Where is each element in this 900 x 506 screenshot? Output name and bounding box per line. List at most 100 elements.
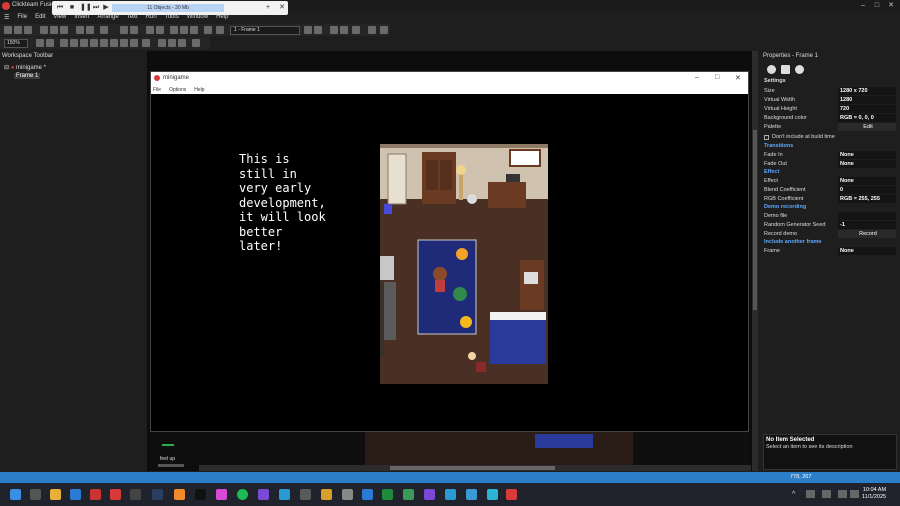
app-icon[interactable] — [70, 489, 81, 500]
horizontal-scrollbar-thumb[interactable] — [390, 466, 555, 470]
prop-value[interactable]: None — [838, 160, 896, 169]
background-icon[interactable] — [130, 39, 138, 47]
close-button[interactable]: ✕ — [886, 2, 896, 10]
prop-effect[interactable]: Effect None — [764, 177, 896, 186]
event-list-icon[interactable] — [180, 26, 188, 34]
spotify-icon[interactable] — [237, 489, 248, 500]
prop-fade-out[interactable]: Fade Out None — [764, 160, 896, 169]
run-tab-icon[interactable] — [781, 65, 790, 74]
search-icon[interactable] — [30, 489, 41, 500]
excel-icon[interactable] — [382, 489, 393, 500]
copy-icon[interactable] — [50, 26, 58, 34]
prop-palette[interactable]: Palette Edit — [764, 123, 896, 132]
step-icon[interactable]: ⏭ — [92, 4, 100, 12]
align-bottom-icon[interactable] — [110, 39, 118, 47]
tray-app-icon[interactable] — [822, 490, 831, 498]
minigame-taskbar-icon[interactable] — [506, 489, 517, 500]
opera-icon[interactable] — [90, 489, 101, 500]
play-icon[interactable]: ▶ — [102, 4, 110, 12]
prop-value[interactable]: -1 — [838, 221, 896, 230]
prop-dont-include-checkbox[interactable]: Don't include at build time — [764, 133, 896, 142]
vertical-scrollbar-thumb[interactable] — [753, 130, 757, 310]
prop-background-color[interactable]: Background color RGB = 0, 0, 0 — [764, 114, 896, 123]
layers-toggle-icon[interactable] — [340, 26, 348, 34]
file-explorer-icon[interactable] — [50, 489, 61, 500]
snap-icon[interactable] — [70, 39, 78, 47]
align-icon[interactable] — [100, 39, 108, 47]
expand-icon[interactable]: ⊟ — [4, 65, 9, 71]
next-frame-icon[interactable] — [314, 26, 322, 34]
run-application-icon[interactable] — [120, 26, 128, 34]
game-close-button[interactable]: ✕ — [735, 74, 741, 82]
check-all-icon[interactable] — [46, 39, 54, 47]
app-icon[interactable] — [342, 489, 353, 500]
pen-icon[interactable] — [90, 39, 98, 47]
app-icon[interactable] — [279, 489, 290, 500]
menu-window[interactable]: Window — [187, 14, 208, 20]
menu-text[interactable]: Text — [127, 14, 138, 20]
checkbox-icon[interactable] — [764, 134, 769, 140]
stop-icon[interactable]: ■ — [68, 4, 76, 12]
app-icon[interactable] — [466, 489, 477, 500]
game-viewport[interactable]: This is still in very early development,… — [151, 94, 748, 431]
storyboard-icon[interactable] — [146, 26, 154, 34]
new-file-icon[interactable] — [4, 26, 12, 34]
prop-value[interactable]: None — [838, 151, 896, 160]
clickteam-taskbar-icon[interactable] — [110, 489, 121, 500]
open-file-icon[interactable] — [14, 26, 22, 34]
check-icon[interactable] — [36, 39, 44, 47]
frame-editor-icon[interactable] — [156, 26, 164, 34]
rewind-icon[interactable]: ⏮ — [56, 4, 64, 12]
game-maximize-button[interactable]: □ — [715, 74, 719, 81]
lock-icon[interactable] — [142, 39, 150, 47]
tree-frame-node[interactable]: Frame 1 — [14, 73, 41, 79]
prop-fade-in[interactable]: Fade In None — [764, 151, 896, 160]
hamburger-menu-icon[interactable]: ☰ — [4, 14, 9, 21]
event-editor-icon[interactable] — [170, 26, 178, 34]
menu-insert[interactable]: Insert — [74, 14, 89, 20]
prop-random-seed[interactable]: Random Generator Seed -1 — [764, 221, 896, 230]
app-icon[interactable] — [216, 489, 227, 500]
app-icon[interactable] — [258, 489, 269, 500]
save-icon[interactable] — [24, 26, 32, 34]
grid-settings-icon[interactable] — [380, 26, 388, 34]
grid-icon[interactable] — [60, 39, 68, 47]
prop-size[interactable]: Size 1280 x 720 — [764, 87, 896, 96]
app-icon[interactable] — [130, 489, 141, 500]
minimize-button[interactable]: – — [858, 2, 868, 10]
app-icon[interactable] — [300, 489, 311, 500]
layers-icon[interactable] — [330, 26, 338, 34]
prop-virtual-height[interactable]: Virtual Height 720 — [764, 105, 896, 114]
help-icon[interactable] — [100, 26, 108, 34]
square-select-icon[interactable] — [368, 26, 376, 34]
volume-icon[interactable] — [850, 490, 859, 498]
menu-arrange[interactable]: Arrange — [97, 14, 118, 20]
gear-icon[interactable] — [767, 65, 776, 74]
prop-value[interactable]: 1280 — [838, 96, 896, 105]
prop-value[interactable] — [838, 212, 896, 221]
menu-view[interactable]: View — [53, 14, 66, 20]
maximize-button[interactable]: □ — [872, 2, 882, 10]
data-elements-icon[interactable] — [190, 26, 198, 34]
menu-help[interactable]: Help — [216, 14, 228, 20]
game-menu-file[interactable]: File — [153, 87, 161, 93]
tree-app-node[interactable]: ⊟ ● minigame * — [4, 64, 46, 71]
view-tiles-icon[interactable] — [178, 39, 186, 47]
group-icon[interactable] — [352, 26, 360, 34]
app-icon[interactable] — [487, 489, 498, 500]
app-icon[interactable] — [195, 489, 206, 500]
app-icon[interactable] — [174, 489, 185, 500]
game-menu-options[interactable]: Options — [169, 87, 186, 93]
prop-value[interactable]: 1280 x 720 — [838, 87, 896, 96]
tray-app-icon[interactable] — [806, 490, 815, 498]
back-icon[interactable] — [204, 26, 212, 34]
steam-icon[interactable] — [152, 489, 163, 500]
app-icon[interactable] — [445, 489, 456, 500]
paste-icon[interactable] — [60, 26, 68, 34]
prop-demo-file[interactable]: Demo file — [764, 212, 896, 221]
cut-icon[interactable] — [40, 26, 48, 34]
start-icon[interactable] — [10, 489, 21, 500]
plus-icon[interactable]: + — [264, 4, 272, 12]
menu-file[interactable]: File — [17, 14, 27, 20]
chevron-up-icon[interactable]: ^ — [792, 491, 795, 498]
